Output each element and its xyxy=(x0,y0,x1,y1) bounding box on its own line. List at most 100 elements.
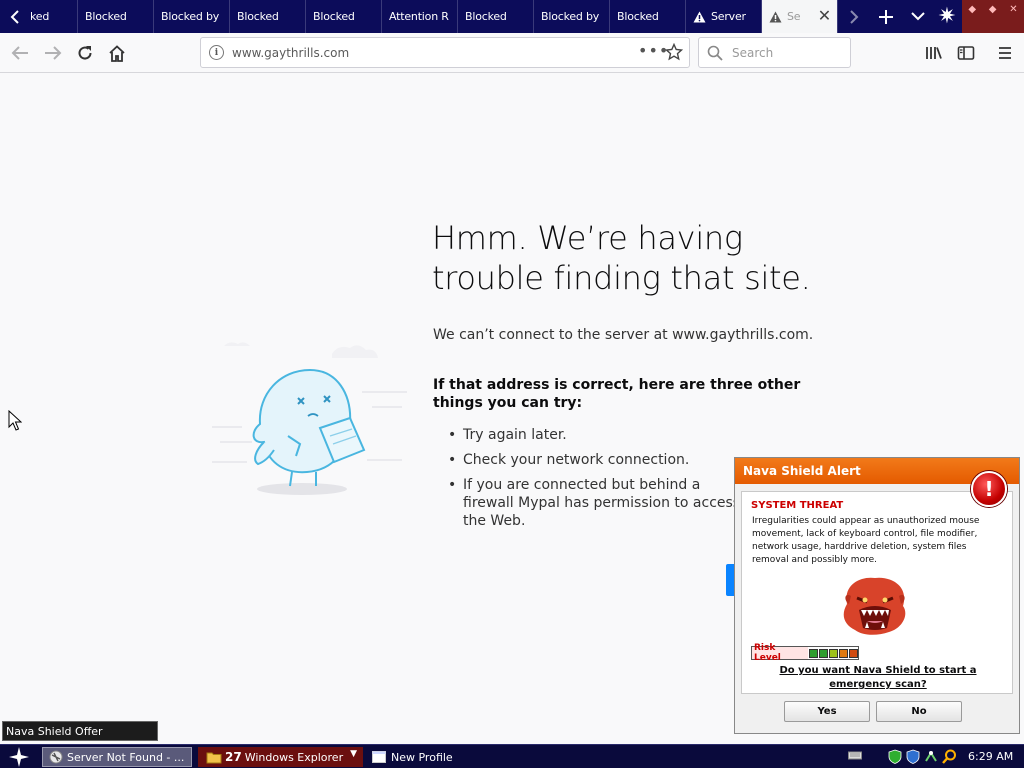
suggestion-list: Try again later. Check your network conn… xyxy=(433,426,753,537)
mouse-cursor-icon xyxy=(8,410,22,431)
url-bar[interactable]: i www.gaythrills.com ••• xyxy=(200,37,690,68)
threat-label: SYSTEM THREAT xyxy=(751,500,844,511)
sidebar-icon xyxy=(957,46,975,60)
minimize-icon[interactable]: ◆ xyxy=(968,4,976,15)
shield-green-icon[interactable] xyxy=(888,749,902,764)
hamburger-menu-icon xyxy=(999,47,1011,59)
back-arrow-icon xyxy=(11,46,28,60)
site-info-icon[interactable]: i xyxy=(209,45,224,60)
scroll-tabs-right-icon[interactable] xyxy=(838,0,870,33)
tab[interactable]: Blocked xyxy=(230,0,306,33)
taskbar-item-explorer[interactable]: 27 Windows Explorer ▼ xyxy=(198,747,363,767)
taskbar-item-label: Server Not Found - ... xyxy=(67,750,185,764)
extension-star-icon[interactable]: ✷ xyxy=(934,0,960,33)
forward-arrow-icon xyxy=(45,46,62,60)
risk-segment xyxy=(809,648,819,658)
home-button[interactable] xyxy=(103,39,131,67)
error-title: Hmm. We’re having trouble finding that s… xyxy=(432,219,811,297)
risk-level-meter: Risk Level xyxy=(751,643,859,663)
tab-label: Blocked by xyxy=(541,10,600,23)
search-icon xyxy=(707,45,723,61)
search-bar[interactable]: Search xyxy=(698,37,851,68)
shield-blue-icon[interactable] xyxy=(906,749,920,764)
window-icon xyxy=(372,751,386,763)
yes-button[interactable]: Yes xyxy=(784,701,870,722)
reload-button[interactable] xyxy=(71,39,99,67)
risk-segment xyxy=(819,648,829,658)
explorer-window-count: 27 xyxy=(225,750,242,764)
forward-button[interactable] xyxy=(39,39,67,67)
tab-label: Server xyxy=(711,10,746,23)
nava-shield-alert-dialog: Nava Shield Alert SYSTEM THREAT Irregula… xyxy=(734,457,1020,734)
expand-group-icon[interactable]: ▼ xyxy=(350,749,357,759)
tab[interactable]: Blocked by xyxy=(534,0,610,33)
sidebar-button[interactable] xyxy=(952,39,980,67)
error-description: We can’t connect to the server at www.ga… xyxy=(433,327,814,343)
tab[interactable]: Blocked by xyxy=(154,0,230,33)
bookmark-star-icon[interactable] xyxy=(665,43,683,61)
taskbar-item-profile[interactable]: New Profile xyxy=(368,747,488,767)
tab-label: Attention R xyxy=(389,10,449,23)
suggestion-item: Check your network connection. xyxy=(433,451,753,469)
close-tab-icon[interactable]: ✕ xyxy=(818,6,831,25)
tab[interactable]: Attention R xyxy=(382,0,458,33)
scan-question-link[interactable]: Do you want Nava Shield to start a emerg… xyxy=(762,664,994,692)
new-tab-button[interactable] xyxy=(870,0,902,33)
tab-label: ked xyxy=(30,10,50,23)
reload-icon xyxy=(78,46,92,60)
back-button[interactable] xyxy=(6,39,34,67)
menu-button[interactable] xyxy=(991,39,1019,67)
browser-icon xyxy=(49,750,63,764)
tab-label: Blocked by xyxy=(161,10,220,23)
tab-label: Blocked xyxy=(237,10,279,23)
no-button[interactable]: No xyxy=(876,701,962,722)
taskbar-item-browser[interactable]: Server Not Found - ... xyxy=(42,747,192,767)
library-icon xyxy=(926,47,942,59)
risk-segment xyxy=(849,648,858,658)
maximize-icon[interactable]: ◆ xyxy=(989,4,997,15)
alert-warning-icon: ! xyxy=(971,471,1007,507)
close-window-icon[interactable]: ✕ xyxy=(1009,4,1017,15)
tab-strip: ked Blocked Blocked by Blocked Blocked Attent… xyxy=(0,0,1024,33)
error-advice-heading: If that address is correct, here are thr… xyxy=(433,377,801,411)
taskbar: Server Not Found - ... 27 Windows Explor… xyxy=(0,744,1024,768)
warning-icon xyxy=(693,11,706,22)
keyboard-icon[interactable] xyxy=(848,749,862,761)
tab-label: Blocked xyxy=(465,10,507,23)
tab-label: Blocked xyxy=(85,10,127,23)
warning-icon xyxy=(769,11,782,22)
threat-message: Irregularities could appear as unauthori… xyxy=(752,516,980,565)
tab[interactable]: Blocked xyxy=(306,0,382,33)
window-controls: ◆ ◆ ✕ xyxy=(962,0,1024,33)
search-tray-icon[interactable] xyxy=(942,749,957,764)
suggestion-item: Try again later. xyxy=(433,426,753,444)
risk-segment xyxy=(839,648,849,658)
tab-active[interactable]: Se ✕ xyxy=(762,0,838,33)
scroll-tabs-left-icon[interactable] xyxy=(0,0,30,33)
tab[interactable]: Server xyxy=(686,0,762,33)
list-all-tabs-button[interactable] xyxy=(902,0,934,33)
red-monster-icon xyxy=(843,577,906,635)
error-illustration xyxy=(212,342,407,495)
taskbar-item-label: New Profile xyxy=(391,750,453,764)
network-icon[interactable] xyxy=(924,749,938,764)
tab[interactable]: Blocked xyxy=(610,0,686,33)
nava-shield-offer-tooltip: Nava Shield Offer xyxy=(2,721,158,741)
folder-icon xyxy=(206,752,222,763)
tab[interactable]: ked xyxy=(30,0,78,33)
url-text[interactable]: www.gaythrills.com xyxy=(232,46,349,60)
home-icon xyxy=(109,44,125,62)
library-button[interactable] xyxy=(920,39,948,67)
tab[interactable]: Blocked xyxy=(458,0,534,33)
risk-level-label: Risk Level xyxy=(752,643,809,663)
clock: 6:29 AM xyxy=(968,750,1014,763)
search-placeholder: Search xyxy=(732,46,774,60)
risk-segment xyxy=(829,648,839,658)
taskbar-item-label: Windows Explorer xyxy=(244,750,344,764)
suggestion-item: If you are connected but behind a firewa… xyxy=(433,476,753,530)
alert-body: SYSTEM THREAT Irregularities could appea… xyxy=(741,491,1013,694)
tab-label: Blocked xyxy=(313,10,355,23)
start-button[interactable] xyxy=(4,746,34,768)
tab-label: Blocked xyxy=(617,10,659,23)
tab[interactable]: Blocked xyxy=(78,0,154,33)
